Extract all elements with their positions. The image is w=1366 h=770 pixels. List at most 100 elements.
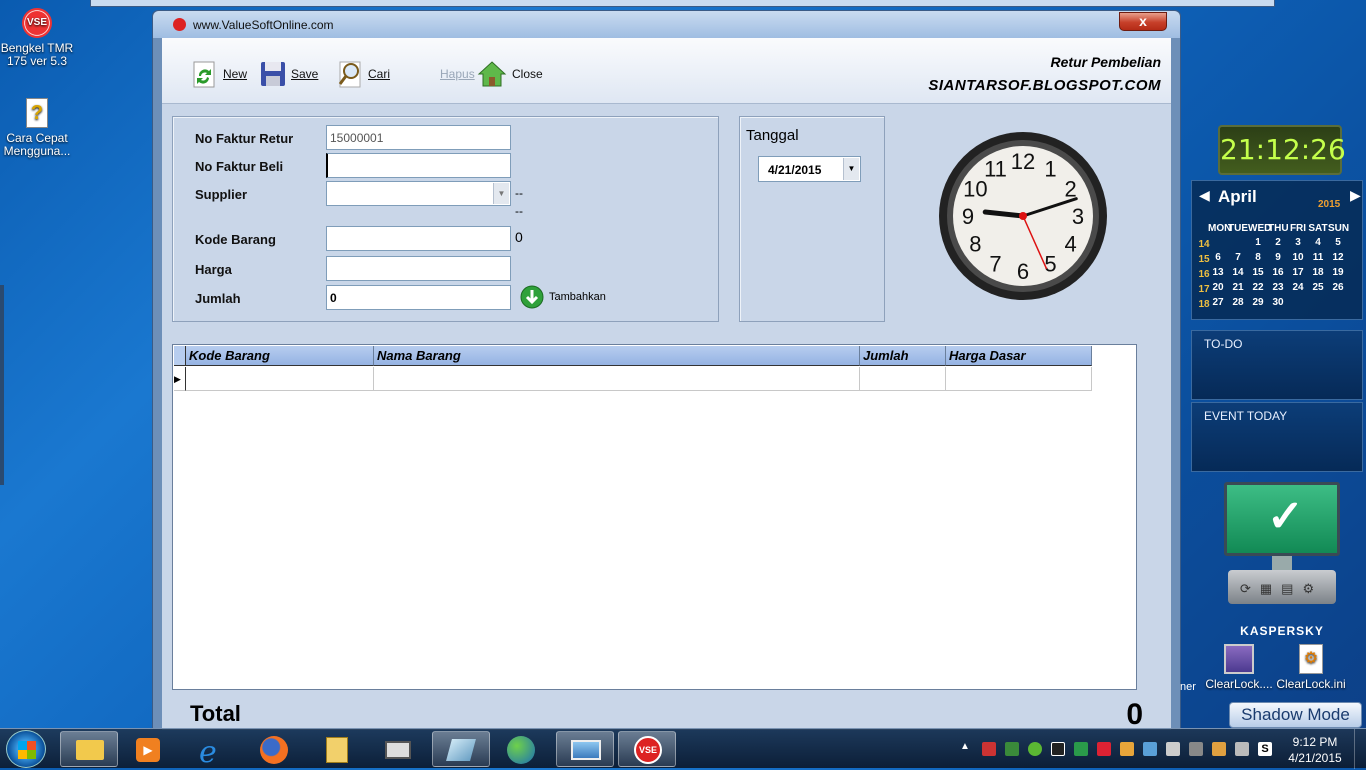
play-icon: ▶: [136, 738, 160, 762]
close-window-button[interactable]: x: [1119, 12, 1167, 31]
tray-icon[interactable]: [1212, 742, 1226, 756]
chevron-down-icon[interactable]: ▼: [493, 183, 509, 204]
volume-icon[interactable]: [1235, 742, 1249, 756]
save-label: Save: [291, 67, 319, 81]
digital-clock-gadget[interactable]: 21:12:26: [1218, 125, 1346, 175]
tanggal-datepicker[interactable]: 4/21/2015 ▼: [758, 156, 861, 182]
supplier-dash: --: [515, 186, 523, 200]
calendar-gadget[interactable]: ◀ April 2015 ▶ MON TUE WED THU FRI SAT SUN 14 1 2…: [1191, 180, 1363, 320]
supplier-label: Supplier: [195, 187, 248, 202]
clock-number: 12: [1011, 149, 1035, 174]
total-value: 0: [1126, 698, 1143, 731]
jumlah-field[interactable]: 0: [326, 285, 511, 310]
desktop-icon-label: ClearLock....: [1205, 677, 1273, 691]
tray-icon[interactable]: [1097, 742, 1111, 756]
event-today-gadget[interactable]: EVENT TODAY: [1191, 402, 1363, 472]
kode-barang-label: Kode Barang: [195, 232, 276, 247]
taskbar-vse[interactable]: VSE: [618, 731, 676, 767]
new-button[interactable]: New: [192, 58, 247, 90]
tray-icon[interactable]: [1005, 742, 1019, 756]
prev-month-icon[interactable]: ◀: [1199, 187, 1210, 204]
harga-field[interactable]: [326, 256, 511, 281]
calendar-day: 3: [1295, 237, 1301, 248]
next-month-icon[interactable]: ▶: [1350, 187, 1361, 204]
kaspersky-controls[interactable]: ⟳▦▤⚙: [1228, 570, 1336, 604]
column-header-nama-barang[interactable]: Nama Barang: [374, 346, 860, 366]
grid-cell[interactable]: [946, 367, 1092, 391]
taskbar-firefox[interactable]: [245, 731, 303, 767]
desktop-icon-cara-cepat[interactable]: ? Cara Cepat Mengguna...: [0, 98, 74, 158]
calendar-day: 7: [1235, 252, 1241, 263]
calendar-day: 8: [1255, 252, 1261, 263]
taskbar-media-player[interactable]: ▶: [120, 731, 178, 767]
tray-icon[interactable]: [1028, 742, 1042, 756]
bluetooth-icon[interactable]: [1143, 742, 1157, 756]
todo-gadget[interactable]: TO-DO: [1191, 330, 1363, 400]
calendar-day: 30: [1272, 297, 1284, 308]
tray-icon[interactable]: [1074, 742, 1088, 756]
partial-desktop-label: ner: [1180, 681, 1196, 693]
kaspersky-gadget[interactable]: ✓ ⟳▦▤⚙ KASPERSKY: [1222, 482, 1342, 638]
tambahkan-button[interactable]: Tambahkan: [520, 285, 606, 309]
kaspersky-logo: KASPERSKY: [1240, 624, 1324, 638]
clock-date: 4/21/2015: [1288, 751, 1342, 765]
desktop-icon-bengkel[interactable]: VSE Bengkel TMR 175 ver 5.3: [0, 8, 74, 68]
show-desktop-button[interactable]: [1354, 729, 1366, 769]
column-header-harga-dasar[interactable]: Harga Dasar: [946, 346, 1092, 366]
clock-number: 3: [1072, 204, 1084, 229]
calendar-day: 21: [1232, 282, 1244, 293]
taskbar-app[interactable]: [432, 731, 490, 767]
taskbar-notes[interactable]: [310, 731, 368, 767]
save-button[interactable]: Save: [260, 58, 318, 90]
calendar-day: 25: [1312, 282, 1324, 293]
cari-button[interactable]: Cari: [337, 58, 390, 90]
supplier-select[interactable]: ▼: [326, 181, 511, 206]
chevron-down-icon[interactable]: ▼: [843, 158, 859, 180]
supplier-dash-2: --: [515, 204, 523, 218]
grid-cell[interactable]: [186, 367, 374, 391]
grid-cell[interactable]: [374, 367, 860, 391]
glass-icon: [446, 739, 476, 761]
desktop-icon-clearlock[interactable]: ClearLock....: [1202, 644, 1276, 691]
column-header-kode-barang[interactable]: Kode Barang: [186, 346, 374, 366]
no-faktur-beli-field[interactable]: [326, 153, 511, 178]
shadow-mode-button[interactable]: Shadow Mode: [1229, 702, 1362, 728]
title-bar[interactable]: www.ValueSoftOnline.com x: [153, 11, 1180, 38]
tray-icon[interactable]: [1120, 742, 1134, 756]
jumlah-label: Jumlah: [195, 291, 241, 306]
no-faktur-retur-field[interactable]: 15000001: [326, 125, 511, 150]
tray-icon[interactable]: [1051, 742, 1065, 756]
photo-viewer-icon: [571, 740, 601, 760]
taskbar-photo[interactable]: [556, 731, 614, 767]
calendar-day: 12: [1332, 252, 1344, 263]
hapus-button-disabled[interactable]: Hapus: [440, 58, 475, 90]
kode-barang-field[interactable]: [326, 226, 511, 251]
system-clock[interactable]: 9:12 PM 4/21/2015: [1282, 734, 1348, 766]
show-hidden-icons[interactable]: ▲: [960, 741, 970, 752]
taskbar-ie[interactable]: e: [185, 731, 243, 770]
toolbar: New Save Cari Hapus Close Retur Pembelia…: [162, 38, 1171, 104]
form-client: New Save Cari Hapus Close Retur Pembelia…: [162, 38, 1171, 731]
globe-icon: [507, 736, 535, 764]
start-button[interactable]: [6, 730, 46, 768]
site-title: SIANTARSOF.BLOGSPOT.COM: [928, 77, 1161, 94]
kode-barang-value: 0: [515, 229, 523, 245]
taskbar-windows[interactable]: [370, 731, 428, 767]
items-grid[interactable]: Kode Barang Nama Barang Jumlah Harga Das…: [172, 344, 1137, 690]
tray-icon[interactable]: [1166, 742, 1180, 756]
harga-label: Harga: [195, 262, 232, 277]
close-button[interactable]: Close: [477, 58, 543, 90]
taskbar-globe[interactable]: [492, 731, 550, 767]
calendar-weekday: SUN: [1328, 223, 1350, 234]
help-file-icon: ?: [26, 98, 48, 128]
tray-icon[interactable]: [1189, 742, 1203, 756]
desktop-icon-clearlock-ini[interactable]: ⚙ ClearLock.ini: [1274, 644, 1348, 691]
taskbar-explorer[interactable]: [60, 731, 118, 767]
calendar-day: 24: [1292, 282, 1304, 293]
skype-icon[interactable]: S: [1258, 742, 1272, 756]
desktop-icon-label: ClearLock.ini: [1276, 677, 1346, 691]
desktop-icon-label: Bengkel TMR 175 ver 5.3: [0, 41, 74, 68]
tray-icon[interactable]: [982, 742, 996, 756]
column-header-jumlah[interactable]: Jumlah: [860, 346, 946, 366]
grid-cell[interactable]: [860, 367, 946, 391]
